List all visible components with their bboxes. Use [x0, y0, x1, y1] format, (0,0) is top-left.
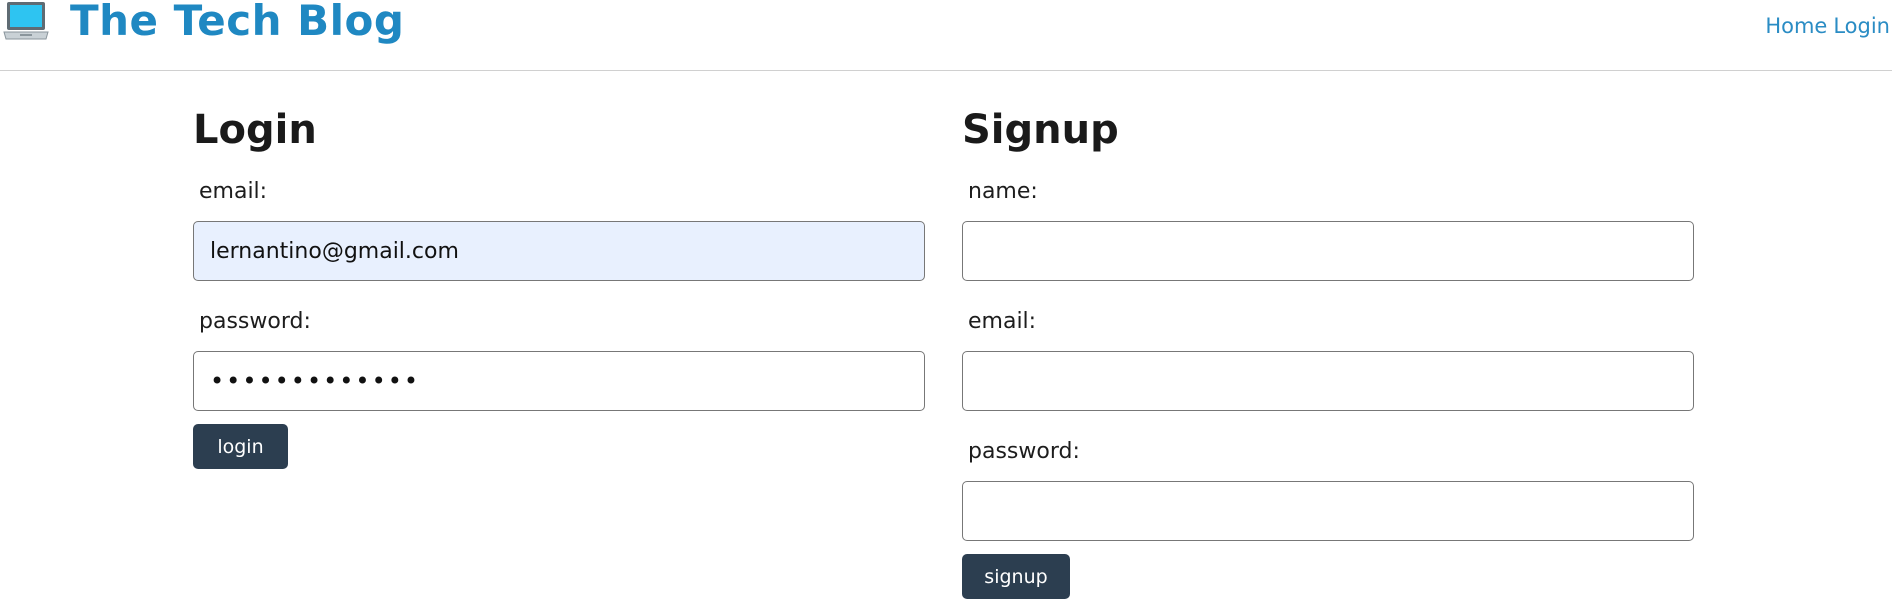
signup-form: Signup name: email: password: signup	[962, 100, 1694, 599]
laptop-icon	[3, 2, 49, 40]
site-header: The Tech Blog Home Login	[0, 0, 1892, 71]
signup-name-label: name:	[968, 179, 1038, 204]
signup-button[interactable]: signup	[962, 554, 1070, 599]
login-email-label: email:	[199, 179, 268, 204]
top-nav: Home Login	[1765, 14, 1890, 38]
login-heading: Login	[193, 107, 317, 153]
signup-email-label: email:	[968, 309, 1037, 334]
signup-email-input[interactable]	[962, 351, 1694, 411]
nav-login-link[interactable]: Login	[1833, 14, 1890, 38]
signup-heading: Signup	[962, 107, 1119, 153]
signup-password-input[interactable]	[962, 481, 1694, 541]
signup-password-label: password:	[968, 439, 1080, 464]
login-button[interactable]: login	[193, 424, 288, 469]
login-form: Login email: password: login	[193, 100, 925, 469]
login-password-input[interactable]	[193, 351, 925, 411]
login-password-label: password:	[199, 309, 311, 334]
login-email-input[interactable]	[193, 221, 925, 281]
site-title[interactable]: The Tech Blog	[70, 0, 404, 46]
brand[interactable]: The Tech Blog	[2, 0, 404, 46]
nav-home-link[interactable]: Home	[1765, 14, 1827, 38]
signup-name-input[interactable]	[962, 221, 1694, 281]
